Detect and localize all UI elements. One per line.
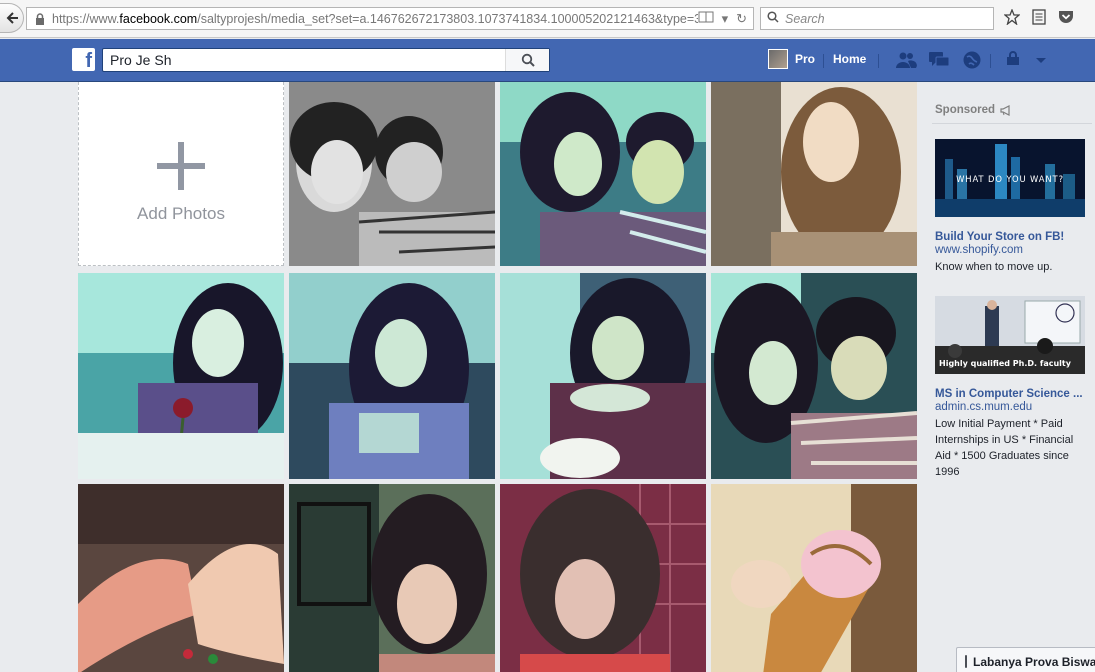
url-domain: facebook.com (119, 11, 198, 26)
mobile-phone-icon (965, 655, 967, 668)
profile-link[interactable]: Pro (768, 49, 815, 69)
ad-body: Know when to move up. (935, 261, 1053, 273)
add-photos-label: Add Photos (137, 203, 225, 223)
ad-url: admin.cs.mum.edu (935, 401, 1033, 413)
back-arrow-icon (6, 12, 18, 24)
ad-image-caption: Highly qualified Ph.D. faculty (939, 359, 1072, 368)
chat-tab[interactable]: Labanya Prova Biswas (956, 647, 1095, 672)
url-path: /saltyprojesh/media_set?set=a.1467626721… (197, 11, 698, 26)
lock-icon[interactable] (32, 12, 48, 25)
pocket-icon[interactable] (1058, 9, 1074, 30)
photo-thumbnail[interactable] (500, 82, 706, 266)
back-button[interactable] (0, 3, 24, 33)
browser-search-input[interactable]: Search (760, 7, 994, 30)
ad-image[interactable]: WHAT DO YOU WANT? (935, 139, 1085, 217)
divider (823, 54, 824, 68)
messages-icon[interactable] (928, 49, 950, 71)
photo-thumbnail[interactable] (78, 484, 284, 672)
reader-view-icon[interactable] (698, 11, 714, 27)
url-bar[interactable]: https://www.facebook.com/saltyprojesh/me… (26, 7, 754, 30)
notifications-globe-icon[interactable] (961, 49, 983, 71)
ad-url: www.shopify.com (935, 244, 1023, 256)
avatar (768, 49, 788, 69)
sponsored-label: Sponsored (935, 104, 996, 116)
photo-thumbnail[interactable] (289, 484, 495, 672)
home-link[interactable]: Home (833, 52, 866, 66)
photo-thumbnail[interactable] (78, 273, 284, 479)
facebook-header: f Pro Je Sh Pro Home (0, 39, 1095, 82)
ad-image-caption: WHAT DO YOU WANT? (956, 174, 1064, 184)
ad-title-link[interactable]: Build Your Store on FB! (935, 231, 1087, 243)
divider (990, 54, 991, 68)
privacy-shortcuts-icon[interactable] (1005, 51, 1021, 70)
profile-name: Pro (795, 52, 816, 66)
search-icon (767, 11, 779, 26)
photo-thumbnail[interactable] (711, 484, 917, 672)
sponsored-ad[interactable]: WHAT DO YOU WANT? Build Your Store on FB… (935, 139, 1087, 275)
search-icon (521, 53, 535, 67)
divider (932, 123, 1092, 124)
ad-title-link[interactable]: MS in Computer Science ... (935, 388, 1087, 400)
photo-thumbnail[interactable] (500, 484, 706, 672)
add-photos-button[interactable]: Add Photos (78, 82, 284, 266)
chat-contact-name: Labanya Prova Biswas (973, 654, 1095, 669)
right-sidebar: Sponsored WHAT DO YOU WANT? Build Your S… (920, 82, 1095, 672)
browser-toolbar: https://www.facebook.com/saltyprojesh/me… (0, 0, 1095, 38)
facebook-search-button[interactable] (505, 49, 549, 71)
dropdown-arrow-icon[interactable]: ▾ (722, 11, 729, 27)
photo-thumbnail[interactable] (289, 82, 495, 266)
reload-icon[interactable]: ↻ (736, 11, 747, 27)
url-prefix: https://www. (52, 11, 120, 26)
bookmark-star-icon[interactable] (1003, 8, 1021, 30)
album-photo-grid: Add Photos (78, 82, 918, 672)
megaphone-icon[interactable] (1000, 104, 1012, 116)
reading-list-icon[interactable] (1032, 9, 1046, 30)
photo-thumbnail[interactable] (500, 273, 706, 479)
sponsored-header: Sponsored (935, 104, 1012, 116)
url-text[interactable]: https://www.facebook.com/saltyprojesh/me… (52, 12, 698, 26)
friend-requests-icon[interactable] (895, 49, 917, 71)
sponsored-ad[interactable]: Highly qualified Ph.D. faculty MS in Com… (935, 296, 1087, 480)
facebook-logo[interactable]: f (72, 48, 95, 71)
photo-thumbnail[interactable] (711, 82, 917, 266)
photo-thumbnail[interactable] (289, 273, 495, 479)
facebook-search-input[interactable]: Pro Je Sh (102, 48, 550, 72)
divider (878, 54, 879, 68)
facebook-search-value: Pro Je Sh (110, 52, 172, 68)
ad-image[interactable]: Highly qualified Ph.D. faculty (935, 296, 1085, 374)
account-menu-chevron-down-icon[interactable] (1035, 52, 1047, 70)
ad-body: Low Initial Payment * Paid Internships i… (935, 418, 1074, 478)
photo-thumbnail[interactable] (711, 273, 917, 479)
plus-icon (157, 141, 205, 190)
browser-search-placeholder: Search (785, 11, 825, 26)
